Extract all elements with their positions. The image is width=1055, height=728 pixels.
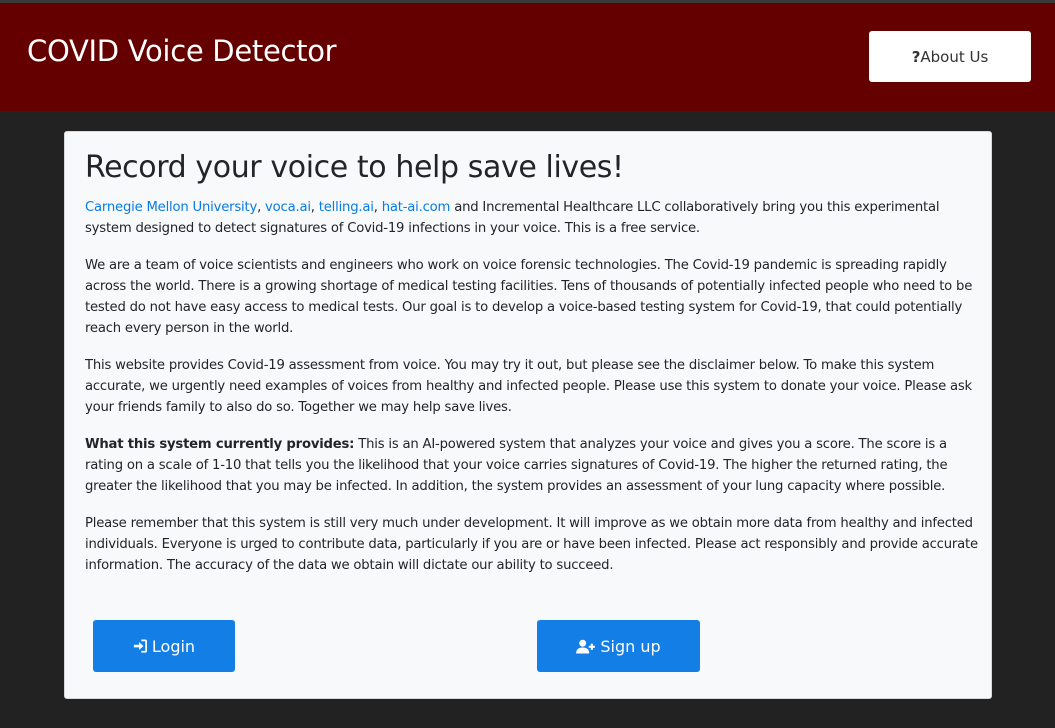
link-separator: ,	[373, 200, 382, 215]
about-us-button[interactable]: ? About Us	[869, 31, 1031, 82]
about-us-label: About Us	[920, 47, 989, 66]
cmu-link[interactable]: Carnegie Mellon University	[85, 200, 257, 215]
login-label: Login	[151, 636, 196, 656]
voca-link[interactable]: voca.ai	[265, 200, 311, 215]
site-header: COVID Voice Detector ? About Us	[0, 3, 1055, 111]
sign-in-icon	[133, 639, 147, 653]
link-separator: ,	[310, 200, 319, 215]
question-icon: ?	[911, 47, 921, 66]
hat-ai-link[interactable]: hat-ai.com	[382, 200, 451, 215]
site-title: COVID Voice Detector	[27, 34, 337, 68]
login-button[interactable]: Login	[93, 620, 235, 672]
intro-paragraph: Carnegie Mellon University, voca.ai, tel…	[85, 197, 981, 239]
link-separator: ,	[257, 200, 266, 215]
website-paragraph: This website provides Covid-19 assessmen…	[85, 358, 972, 415]
signup-label: Sign up	[600, 636, 661, 656]
intro-content: Carnegie Mellon University, voca.ai, tel…	[85, 197, 981, 592]
team-paragraph: We are a team of voice scientists and en…	[85, 258, 973, 336]
disclaimer-paragraph: Please remember that this system is stil…	[85, 516, 978, 573]
provides-paragraph: What this system currently provides: Thi…	[85, 434, 981, 497]
page-title: Record your voice to help save lives!	[85, 150, 624, 185]
signup-button[interactable]: Sign up	[537, 620, 700, 672]
telling-link[interactable]: telling.ai	[319, 200, 374, 215]
user-plus-icon	[576, 639, 596, 654]
provides-heading: What this system currently provides:	[85, 437, 355, 452]
main-card: Record your voice to help save lives! Ca…	[64, 131, 992, 699]
